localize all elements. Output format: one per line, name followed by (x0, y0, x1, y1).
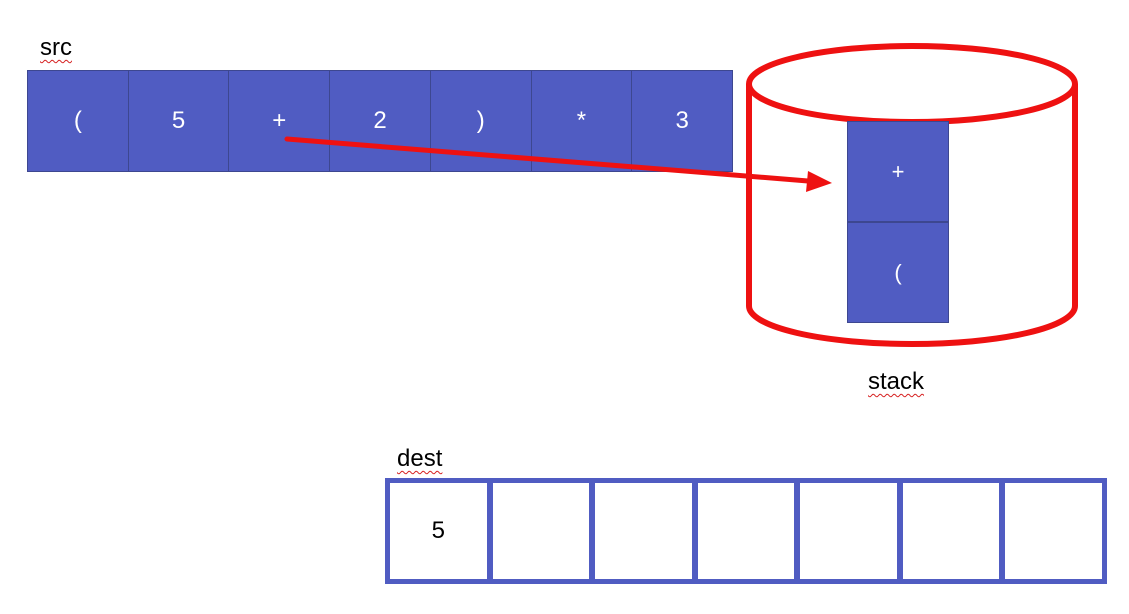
dest-cell (595, 483, 692, 579)
dest-cell: 5 (390, 483, 487, 579)
dest-cell (800, 483, 897, 579)
arrow-shaft (284, 136, 811, 184)
dest-cell (902, 483, 1000, 579)
arrow-head (806, 171, 832, 192)
dest-cell (697, 483, 795, 579)
dest-cell (1005, 483, 1103, 579)
dest-cell (492, 483, 590, 579)
dest-array: 5 (385, 478, 1107, 584)
